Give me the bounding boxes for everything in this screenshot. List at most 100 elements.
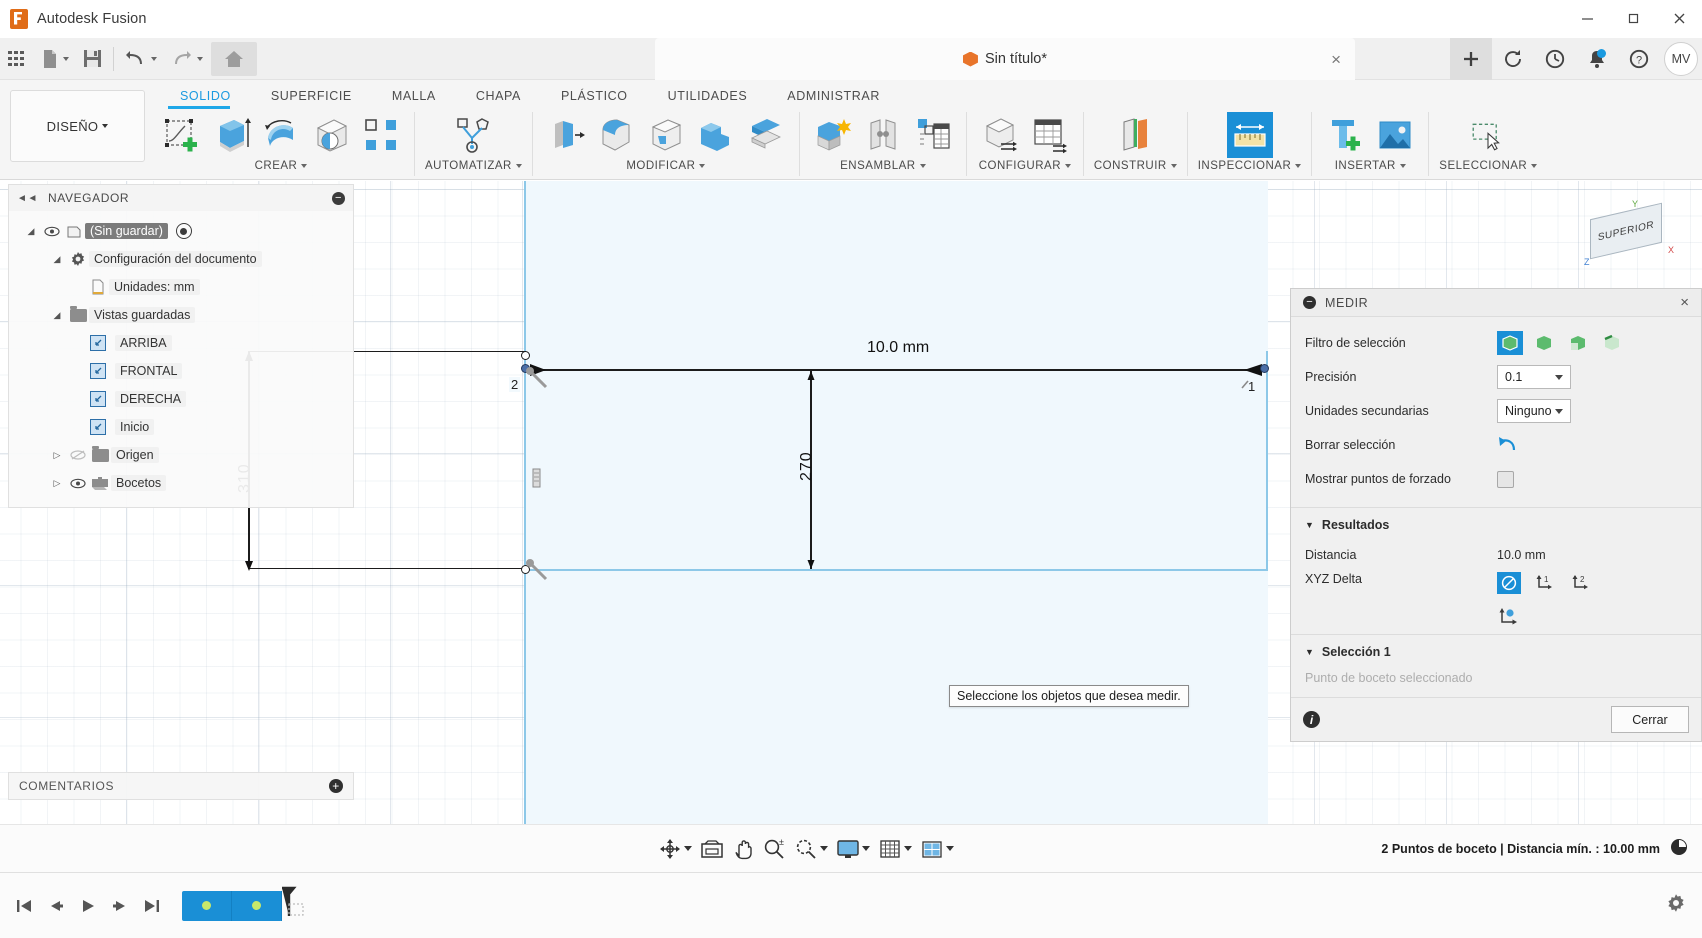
filter-all-icon[interactable] — [1497, 331, 1523, 355]
minimize-icon[interactable] — [1564, 0, 1610, 38]
document-tab-close-icon[interactable]: × — [1331, 51, 1341, 68]
visibility-eye-icon[interactable] — [41, 226, 63, 237]
timeline-feature-sketch-2[interactable] — [232, 890, 282, 921]
new-document-icon[interactable] — [35, 42, 75, 76]
chevron-down-icon[interactable] — [151, 56, 157, 61]
filter-edge-icon[interactable] — [1599, 331, 1625, 355]
home-icon[interactable] — [211, 41, 257, 76]
view-cube-top-face[interactable]: SUPERIOR — [1590, 202, 1662, 260]
expand-triangle-right-icon[interactable]: ▷ — [49, 475, 65, 491]
visibility-eye-off-icon[interactable] — [67, 449, 89, 461]
history-icon[interactable] — [1534, 38, 1576, 80]
timeline-marker-icon[interactable] — [276, 886, 306, 925]
sketch-point-selected-1[interactable] — [1260, 364, 1269, 373]
ribbon-group-label-ensamblar[interactable]: ENSAMBLAR — [840, 160, 926, 172]
step-forward-icon[interactable] — [104, 889, 136, 923]
help-icon[interactable]: ? — [1618, 38, 1660, 80]
maximize-restore-icon[interactable] — [1610, 0, 1656, 38]
hole-icon[interactable] — [308, 112, 354, 158]
tree-item-vistas-guardadas[interactable]: ◢ Vistas guardadas — [9, 301, 353, 329]
chevron-down-icon[interactable] — [862, 846, 870, 851]
tree-item-inicio[interactable]: Inicio — [9, 413, 353, 441]
redo-icon[interactable] — [165, 42, 209, 76]
chevron-down-icon[interactable] — [684, 846, 692, 851]
viewports-icon[interactable] — [917, 832, 957, 866]
orbit-icon[interactable] — [655, 832, 695, 866]
insert-mcmaster-icon[interactable] — [1322, 112, 1368, 158]
workspace-selector[interactable]: DISEÑO — [10, 90, 145, 162]
undo-arrow-icon[interactable] — [1497, 435, 1519, 456]
visibility-eye-icon[interactable] — [67, 478, 89, 489]
create-sketch-icon[interactable] — [158, 112, 204, 158]
display-settings-icon[interactable] — [833, 832, 873, 866]
tab-utilidades[interactable]: UTILIDADES — [648, 84, 768, 108]
zoom-icon[interactable]: ± — [759, 832, 789, 866]
extrude-icon[interactable] — [208, 112, 254, 158]
document-tab[interactable]: Sin título* × — [655, 38, 1355, 80]
split-face-icon[interactable] — [743, 112, 789, 158]
minus-circle-icon[interactable]: − — [332, 191, 345, 205]
expand-triangle-right-icon[interactable]: ▷ — [49, 447, 65, 463]
tree-item-frontal[interactable]: FRONTAL — [9, 357, 353, 385]
expand-triangle-icon[interactable]: ◢ — [49, 307, 65, 323]
ribbon-group-label-crear[interactable]: CREAR — [255, 160, 308, 172]
tab-plastico[interactable]: PLÁSTICO — [541, 84, 648, 108]
tree-item-sin-guardar[interactable]: ◢ (Sin guardar) — [9, 217, 353, 245]
expand-triangle-icon[interactable]: ◢ — [23, 223, 39, 239]
shell-icon[interactable] — [643, 112, 689, 158]
timeline-settings-icon[interactable] — [1666, 893, 1686, 918]
avatar[interactable]: MV — [1664, 41, 1698, 76]
precision-select[interactable]: 0.1 — [1497, 365, 1571, 389]
undo-icon[interactable] — [119, 42, 163, 76]
ribbon-group-label-seleccionar[interactable]: SELECCIONAR — [1439, 160, 1538, 172]
sketch-point-unselected-top[interactable] — [521, 351, 530, 360]
chevron-down-icon[interactable] — [63, 56, 69, 61]
ribbon-group-label-inspeccionar[interactable]: INSPECCIONAR — [1198, 160, 1302, 172]
view-cube[interactable]: SUPERIOR Y X Z — [1572, 199, 1682, 287]
selection-section-header[interactable]: ▼ Selección 1 — [1291, 635, 1701, 665]
tree-item-configuracion[interactable]: ◢ Configuración del documento — [9, 245, 353, 273]
tab-superficie[interactable]: SUPERFICIE — [251, 84, 372, 108]
combine-icon[interactable] — [693, 112, 739, 158]
play-icon[interactable] — [72, 889, 104, 923]
tree-item-unidades[interactable]: Unidades: mm — [9, 273, 353, 301]
new-component-icon[interactable] — [810, 112, 856, 158]
tree-item-arriba[interactable]: ARRIBA — [9, 329, 353, 357]
step-back-icon[interactable] — [40, 889, 72, 923]
plus-circle-icon[interactable]: + — [329, 779, 343, 793]
pattern-icon[interactable] — [358, 112, 404, 158]
notifications-icon[interactable] — [1576, 38, 1618, 80]
chevron-down-icon[interactable] — [197, 56, 203, 61]
tab-malla[interactable]: MALLA — [372, 84, 456, 108]
configure-table-icon[interactable] — [1027, 112, 1073, 158]
activate-component-radio[interactable] — [175, 223, 192, 239]
info-icon[interactable]: i — [1303, 711, 1320, 728]
tree-item-bocetos[interactable]: ▷ Bocetos — [9, 469, 353, 497]
tree-item-origen[interactable]: ▷ Origen — [9, 441, 353, 469]
fillet-icon[interactable] — [593, 112, 639, 158]
panel-collapse-icon[interactable]: − — [1303, 296, 1316, 309]
close-icon[interactable] — [1656, 0, 1702, 38]
delta-global-icon[interactable] — [1497, 606, 1521, 628]
measure-icon[interactable] — [1226, 112, 1273, 158]
tree-item-derecha[interactable]: DERECHA — [9, 385, 353, 413]
construct-plane-icon[interactable] — [1112, 112, 1158, 158]
plus-icon[interactable] — [1450, 37, 1492, 80]
chevron-down-icon[interactable] — [820, 846, 828, 851]
collapse-left-icon[interactable]: ◄◄ — [17, 193, 38, 204]
comments-panel[interactable]: COMENTARIOS + — [8, 772, 354, 800]
automate-icon[interactable] — [450, 112, 496, 158]
ribbon-group-label-configurar[interactable]: CONFIGURAR — [979, 160, 1072, 172]
go-to-end-icon[interactable] — [136, 889, 168, 923]
tab-administrar[interactable]: ADMINISTRAR — [767, 84, 900, 108]
tab-solido[interactable]: SOLIDO — [160, 84, 251, 108]
timeline-feature-sketch-1[interactable] — [182, 890, 232, 921]
secondary-units-select[interactable]: Ninguno — [1497, 399, 1571, 423]
ribbon-group-label-construir[interactable]: CONSTRUIR — [1094, 160, 1177, 172]
results-section-header[interactable]: ▼ Resultados — [1291, 508, 1701, 538]
assembly-table-icon[interactable] — [910, 112, 956, 158]
chevron-down-icon[interactable] — [946, 846, 954, 851]
tab-chapa[interactable]: CHAPA — [456, 84, 541, 108]
pan-icon[interactable] — [729, 832, 757, 866]
revolve-icon[interactable] — [258, 112, 304, 158]
